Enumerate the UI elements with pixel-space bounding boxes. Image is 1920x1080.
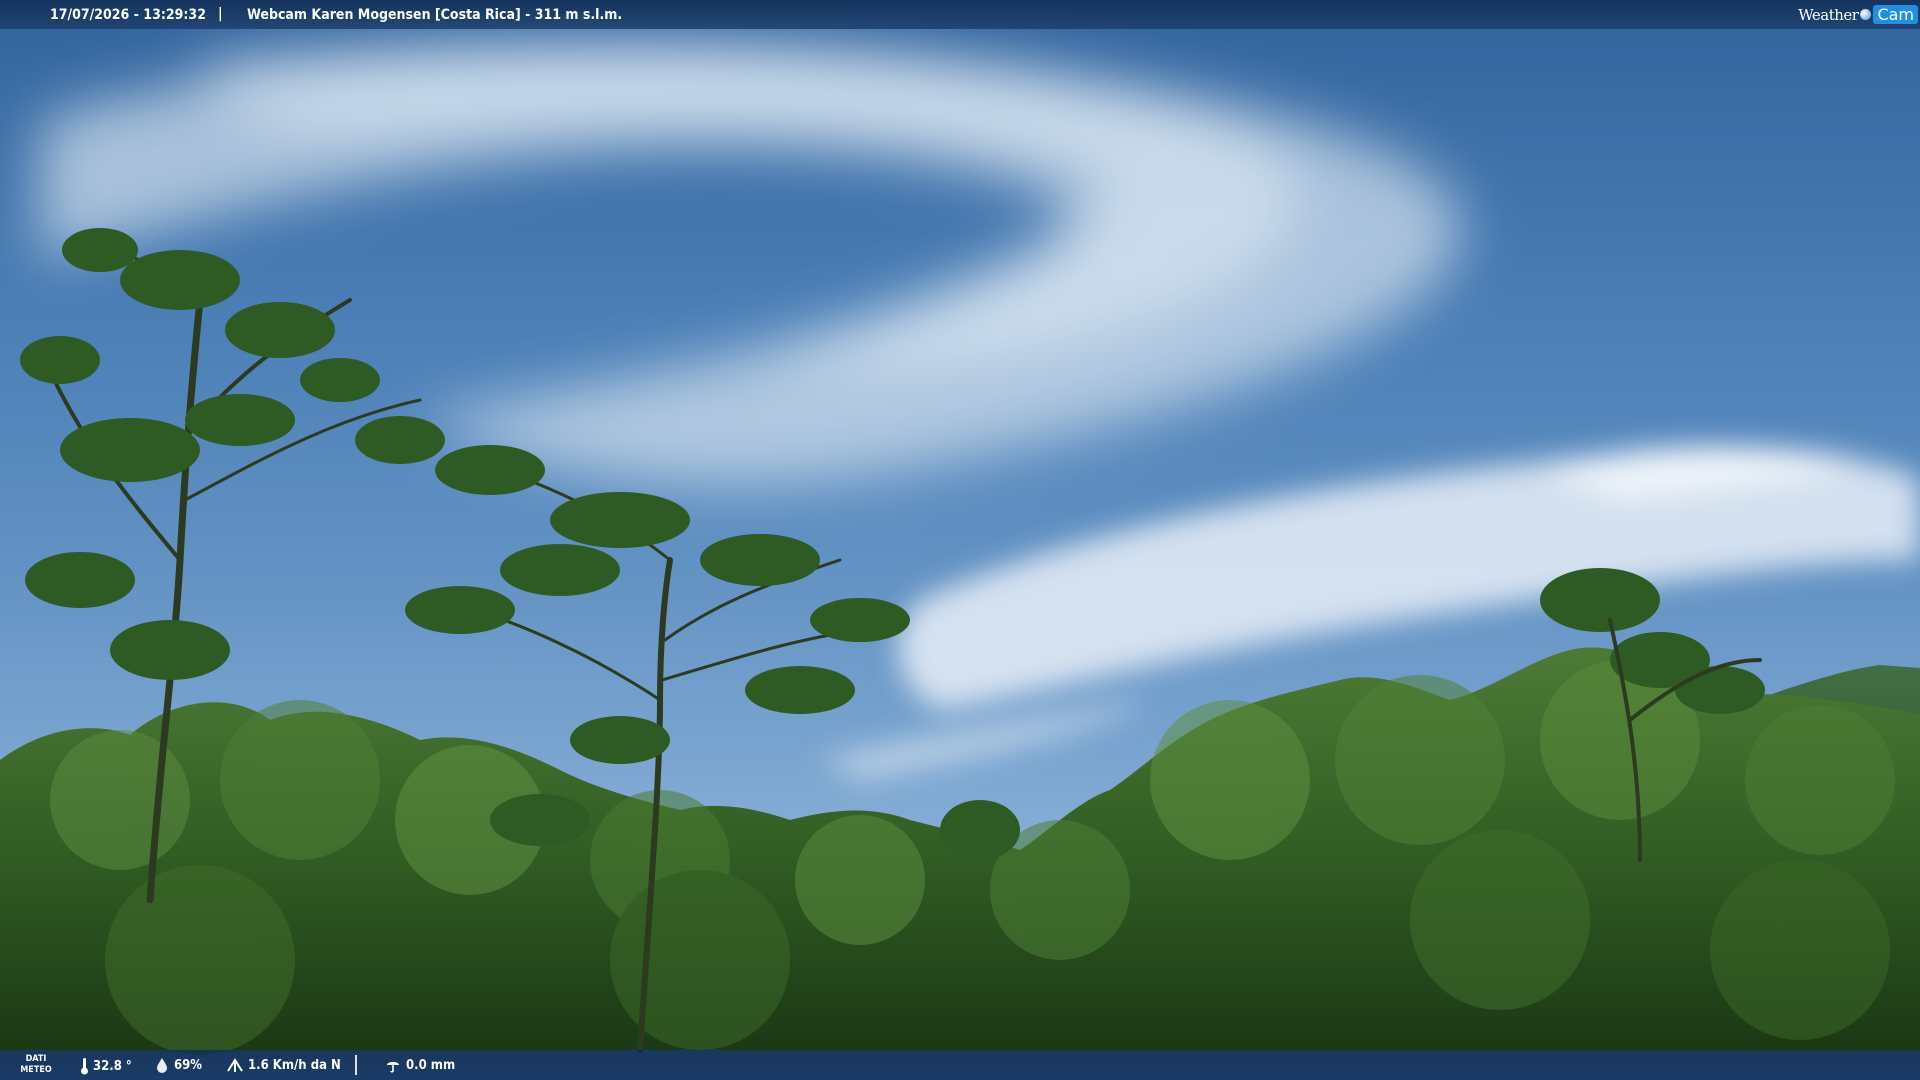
landscape-scene: [0, 42, 1920, 1055]
label-line-1: DATI: [25, 1054, 47, 1064]
weather-data-label: DATI METEO: [18, 1054, 54, 1076]
brand-cam-text: Cam: [1873, 5, 1918, 24]
brand-globe-icon: [1860, 9, 1872, 20]
humidity-stat: 69%: [154, 1057, 202, 1073]
webcam-title: Webcam Karen Mogensen [Costa Rica] - 311…: [247, 7, 623, 23]
rain-gauge-icon: [387, 1062, 399, 1073]
weather-data-bar: DATI METEO 32.8 ° 69% 1.6 Km/h da N 0.0 …: [0, 1050, 1920, 1080]
droplet-icon: [157, 1058, 167, 1073]
temperature-stat: 32.8 °: [80, 1057, 132, 1075]
weathercam-logo: Weather Cam: [1798, 3, 1918, 26]
temperature-value: 32.8 °: [93, 1058, 132, 1074]
footer-separator: [355, 1055, 357, 1075]
wind-vane-icon: [227, 1058, 243, 1072]
header-bar: 17/07/2026 - 13:29:32 | Webcam Karen Mog…: [0, 0, 1920, 29]
humidity-value: 69%: [174, 1057, 202, 1073]
webcam-frame: 17/07/2026 - 13:29:32 | Webcam Karen Mog…: [0, 0, 1920, 1080]
header-separator: |: [218, 6, 223, 22]
label-line-2: METEO: [20, 1065, 52, 1075]
timestamp: 17/07/2026 - 13:29:32: [50, 7, 206, 23]
wind-value: 1.6 Km/h da N: [248, 1057, 341, 1073]
thermometer-icon: [81, 1058, 88, 1075]
wind-stat: 1.6 Km/h da N: [226, 1057, 341, 1073]
rain-value: 0.0 mm: [406, 1057, 456, 1073]
rain-stat: 0.0 mm: [384, 1057, 455, 1073]
brand-weather-text: Weather: [1798, 5, 1859, 24]
